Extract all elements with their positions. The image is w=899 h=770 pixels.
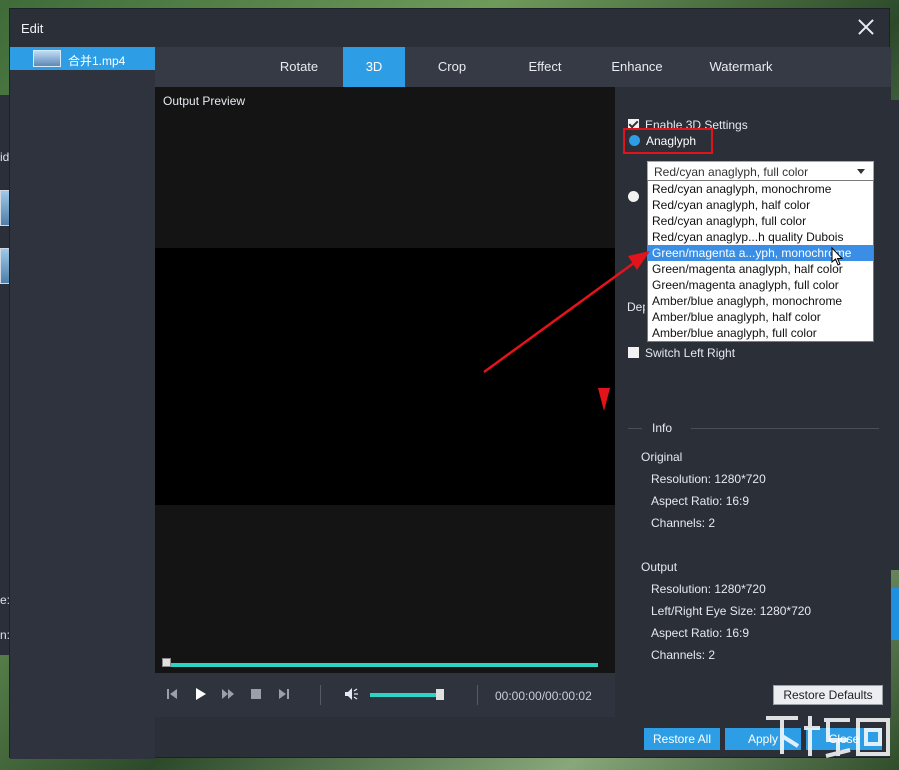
divider [691,428,879,429]
dropdown-option[interactable]: Red/cyan anaglyph, monochrome [648,181,873,197]
restore-defaults-button[interactable]: Restore Defaults [773,685,883,705]
anaglyph-label: Anaglyph [646,134,697,148]
tab-effect[interactable]: Effect [499,47,591,87]
switch-left-right-checkbox[interactable]: Switch Left Right [628,346,735,360]
divider [628,428,642,429]
fast-forward-icon[interactable] [220,686,236,702]
close-button[interactable]: Close [806,728,882,750]
dropdown-option[interactable]: Red/cyan anaglyph, half color [648,197,873,213]
dialog-title: Edit [21,21,44,36]
output-eye-size: Left/Right Eye Size: 1280*720 [651,604,812,618]
original-channels: Channels: 2 [651,516,716,530]
playback-time: 00:00:00/00:00:02 [495,689,592,703]
edit-dialog: Edit 合并1.mp4 Rotate 3D Crop Effect Enhan… [9,8,891,759]
skip-back-icon[interactable] [164,686,180,702]
original-resolution: Resolution: 1280*720 [651,472,766,486]
radio-unselected-icon [628,191,639,202]
playback-controls: 00:00:00/00:00:02 [155,673,615,717]
volume-icon[interactable] [344,686,360,702]
dropdown-option[interactable]: Amber/blue anaglyph, full color [648,325,873,341]
file-name: 合并1.mp4 [68,54,126,68]
volume-handle[interactable] [436,689,444,700]
restore-all-button[interactable]: Restore All [644,728,720,750]
switch-left-right-label: Switch Left Right [645,346,736,360]
output-aspect-ratio: Aspect Ratio: 16:9 [651,626,750,640]
depth-label: Dep [627,300,645,314]
output-preview-label: Output Preview [163,94,246,108]
checkbox-unchecked-icon [628,347,639,358]
original-aspect-ratio: Aspect Ratio: 16:9 [651,494,750,508]
skip-forward-icon[interactable] [276,686,292,702]
dropdown-option[interactable]: Red/cyan anaglyph, full color [648,213,873,229]
edit-tabs: Rotate 3D Crop Effect Enhance Watermark [155,47,891,87]
play-icon[interactable] [192,686,208,702]
dropdown-option[interactable]: Red/cyan anaglyp...h quality Dubois [648,229,873,245]
dialog-footer: Restore All Apply Close [10,717,891,759]
divider [320,685,321,705]
title-bar: Edit [10,9,889,47]
side-by-side-radio[interactable] [628,190,645,204]
tab-rotate[interactable]: Rotate [255,47,343,87]
video-frame [155,248,615,505]
output-preview: Output Preview [155,87,615,673]
file-list-item[interactable]: 合并1.mp4 [10,47,155,70]
anaglyph-type-value: Red/cyan anaglyph, full color [654,165,809,179]
radio-selected-icon [629,135,640,146]
tab-3d[interactable]: 3D [343,47,405,87]
close-icon[interactable] [857,18,875,36]
tab-watermark[interactable]: Watermark [683,47,799,87]
output-resolution: Resolution: 1280*720 [651,582,766,596]
mouse-pointer-icon [831,247,844,266]
dropdown-option[interactable]: Amber/blue anaglyph, half color [648,309,873,325]
chevron-down-icon [857,169,865,174]
file-list: 合并1.mp4 [10,47,155,759]
stop-icon[interactable] [248,686,264,702]
info-title: Info [652,421,673,435]
divider [477,685,478,705]
tab-enhance[interactable]: Enhance [591,47,683,87]
volume-slider[interactable] [370,693,442,697]
video-file-icon [33,50,61,67]
tab-crop[interactable]: Crop [405,47,499,87]
timeline-progress[interactable] [165,663,598,667]
output-heading: Output [641,560,678,574]
original-heading: Original [641,450,683,464]
output-channels: Channels: 2 [651,648,716,662]
apply-button[interactable]: Apply [725,728,801,750]
3d-settings-panel: Enable 3D Settings Anaglyph Red/cyan ana… [615,87,891,717]
dropdown-option[interactable]: Amber/blue anaglyph, monochrome [648,293,873,309]
timeline-handle[interactable] [162,658,171,667]
anaglyph-type-select[interactable]: Red/cyan anaglyph, full color [647,161,874,181]
anaglyph-radio[interactable]: Anaglyph [623,128,713,154]
dropdown-option[interactable]: Green/magenta anaglyph, full color [648,277,873,293]
